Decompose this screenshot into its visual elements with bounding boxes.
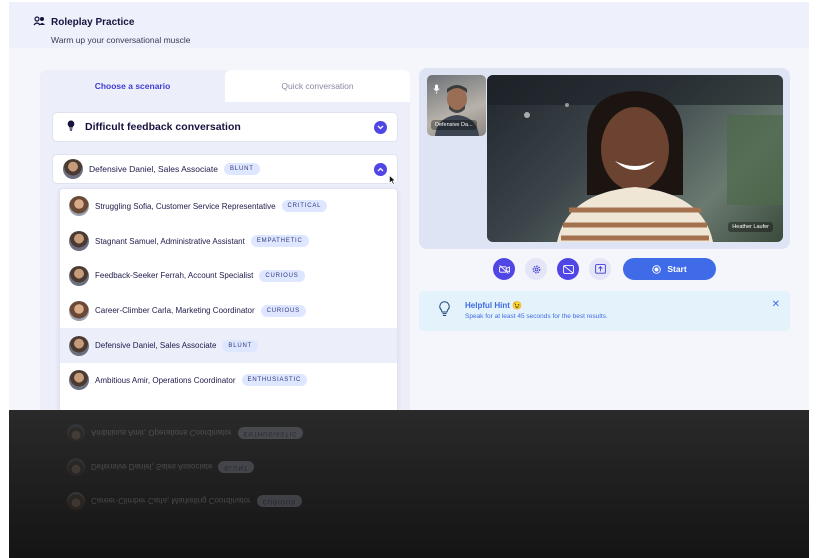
camera-off-button[interactable]: [493, 258, 515, 280]
avatar: [67, 424, 85, 442]
video-panel: Defensive Da... Heather Laufer: [419, 68, 790, 249]
list-item[interactable]: Struggling Sofia, Customer Service Repre…: [60, 189, 397, 224]
chevron-down-icon[interactable]: [374, 121, 387, 134]
hint-title: Helpful Hint 😉: [465, 301, 523, 310]
record-icon: [652, 264, 662, 274]
option-label: Stagnant Samuel, Administrative Assistan…: [95, 236, 245, 246]
option-badge: BLUNT: [222, 339, 259, 352]
ghost-label: Defensive Daniel, Sales Associate: [91, 462, 213, 472]
helpful-hint: Helpful Hint 😉 Speak for at least 45 sec…: [419, 291, 790, 331]
roleplay-icon: [33, 13, 46, 31]
avatar: [67, 458, 85, 476]
option-badge: CRITICAL: [281, 200, 328, 213]
option-badge: CURIOUS: [260, 304, 306, 317]
option-badge: EMPATHETIC: [250, 235, 309, 248]
ghost-badge: CURIOUS: [256, 495, 302, 507]
settings-button[interactable]: [525, 258, 547, 280]
tab-choose-scenario[interactable]: Choose a scenario: [40, 70, 225, 102]
hint-body: Speak for at least 45 seconds for the be…: [465, 313, 608, 320]
persona-label: Defensive Daniel, Sales Associate: [89, 164, 218, 174]
option-badge: ENTHUSIASTIC: [241, 374, 308, 387]
avatar: [63, 159, 83, 179]
avatar: [69, 335, 89, 356]
ghost-row: Career-Climber Carla, Marketing Coordina…: [67, 490, 367, 512]
page-subtitle: Warm up your conversational muscle: [51, 35, 191, 45]
pip-label: Defensive Da...: [431, 120, 477, 130]
page-title: Roleplay Practice: [51, 16, 135, 28]
share-screen-button[interactable]: [589, 258, 611, 280]
ghost-row: Defensive Daniel, Sales Associate BLUNT: [67, 456, 367, 478]
main-video-label: Heather Laufer: [728, 222, 773, 232]
option-badge: CURIOUS: [259, 269, 305, 282]
camera-off-icon: [498, 264, 510, 274]
start-label: Start: [667, 264, 687, 274]
avatar: [67, 492, 85, 510]
option-label: Defensive Daniel, Sales Associate: [95, 341, 217, 351]
share-screen-icon: [594, 264, 606, 274]
call-controls: Start: [493, 258, 716, 280]
ghost-badge: ENTHUSIASTIC: [237, 427, 304, 439]
avatar: [69, 300, 89, 321]
chevron-up-icon[interactable]: [374, 163, 387, 176]
gear-icon: [532, 265, 540, 273]
start-button[interactable]: Start: [623, 258, 716, 280]
screen-off-icon: [562, 264, 574, 274]
avatar: [69, 370, 89, 391]
tab-bar: Choose a scenario Quick conversation: [40, 70, 410, 102]
persona-badge: BLUNT: [224, 163, 260, 175]
self-video: Defensive Da...: [427, 75, 486, 136]
option-label: Ambitious Amir, Operations Coordinator: [95, 375, 236, 385]
list-item-selected[interactable]: Defensive Daniel, Sales Associate BLUNT: [60, 328, 397, 363]
option-label: Struggling Sofia, Customer Service Repre…: [95, 201, 276, 211]
scenario-select[interactable]: Difficult feedback conversation: [52, 112, 398, 142]
reflection-overlay: Ambitious Amir, Operations Coordinator E…: [9, 410, 809, 558]
ghost-label: Ambitious Amir, Operations Coordinator: [91, 428, 232, 438]
page-header: Roleplay Practice Warm up your conversat…: [9, 2, 809, 48]
avatar: [69, 196, 89, 217]
screen-off-button[interactable]: [557, 258, 579, 280]
avatar: [69, 231, 89, 252]
list-item[interactable]: Stagnant Samuel, Administrative Assistan…: [60, 224, 397, 259]
list-item[interactable]: Career-Climber Carla, Marketing Coordina…: [60, 293, 397, 328]
option-label: Career-Climber Carla, Marketing Coordina…: [95, 306, 255, 316]
ghost-badge: BLUNT: [218, 461, 255, 473]
list-item[interactable]: Ambitious Amir, Operations Coordinator E…: [60, 363, 397, 398]
scenario-label: Difficult feedback conversation: [85, 121, 241, 133]
ghost-label: Career-Climber Carla, Marketing Coordina…: [91, 496, 251, 506]
tab-quick-conversation[interactable]: Quick conversation: [225, 70, 410, 102]
lightbulb-icon: [439, 301, 450, 322]
ghost-row: Ambitious Amir, Operations Coordinator E…: [67, 422, 367, 444]
list-item[interactable]: Feedback-Seeker Ferrah, Account Speciali…: [60, 259, 397, 294]
option-label: Feedback-Seeker Ferrah, Account Speciali…: [95, 271, 254, 281]
close-icon[interactable]: ✕: [772, 299, 780, 310]
woman-portrait-icon: [487, 75, 783, 242]
main-video: Heather Laufer: [487, 75, 783, 242]
scenario-panel: Choose a scenario Quick conversation Dif…: [40, 70, 410, 420]
persona-select[interactable]: Defensive Daniel, Sales Associate BLUNT: [52, 154, 398, 185]
lightbulb-icon: [67, 118, 75, 136]
mic-icon: [433, 81, 440, 99]
avatar: [69, 265, 89, 286]
persona-dropdown: Struggling Sofia, Customer Service Repre…: [59, 188, 398, 420]
